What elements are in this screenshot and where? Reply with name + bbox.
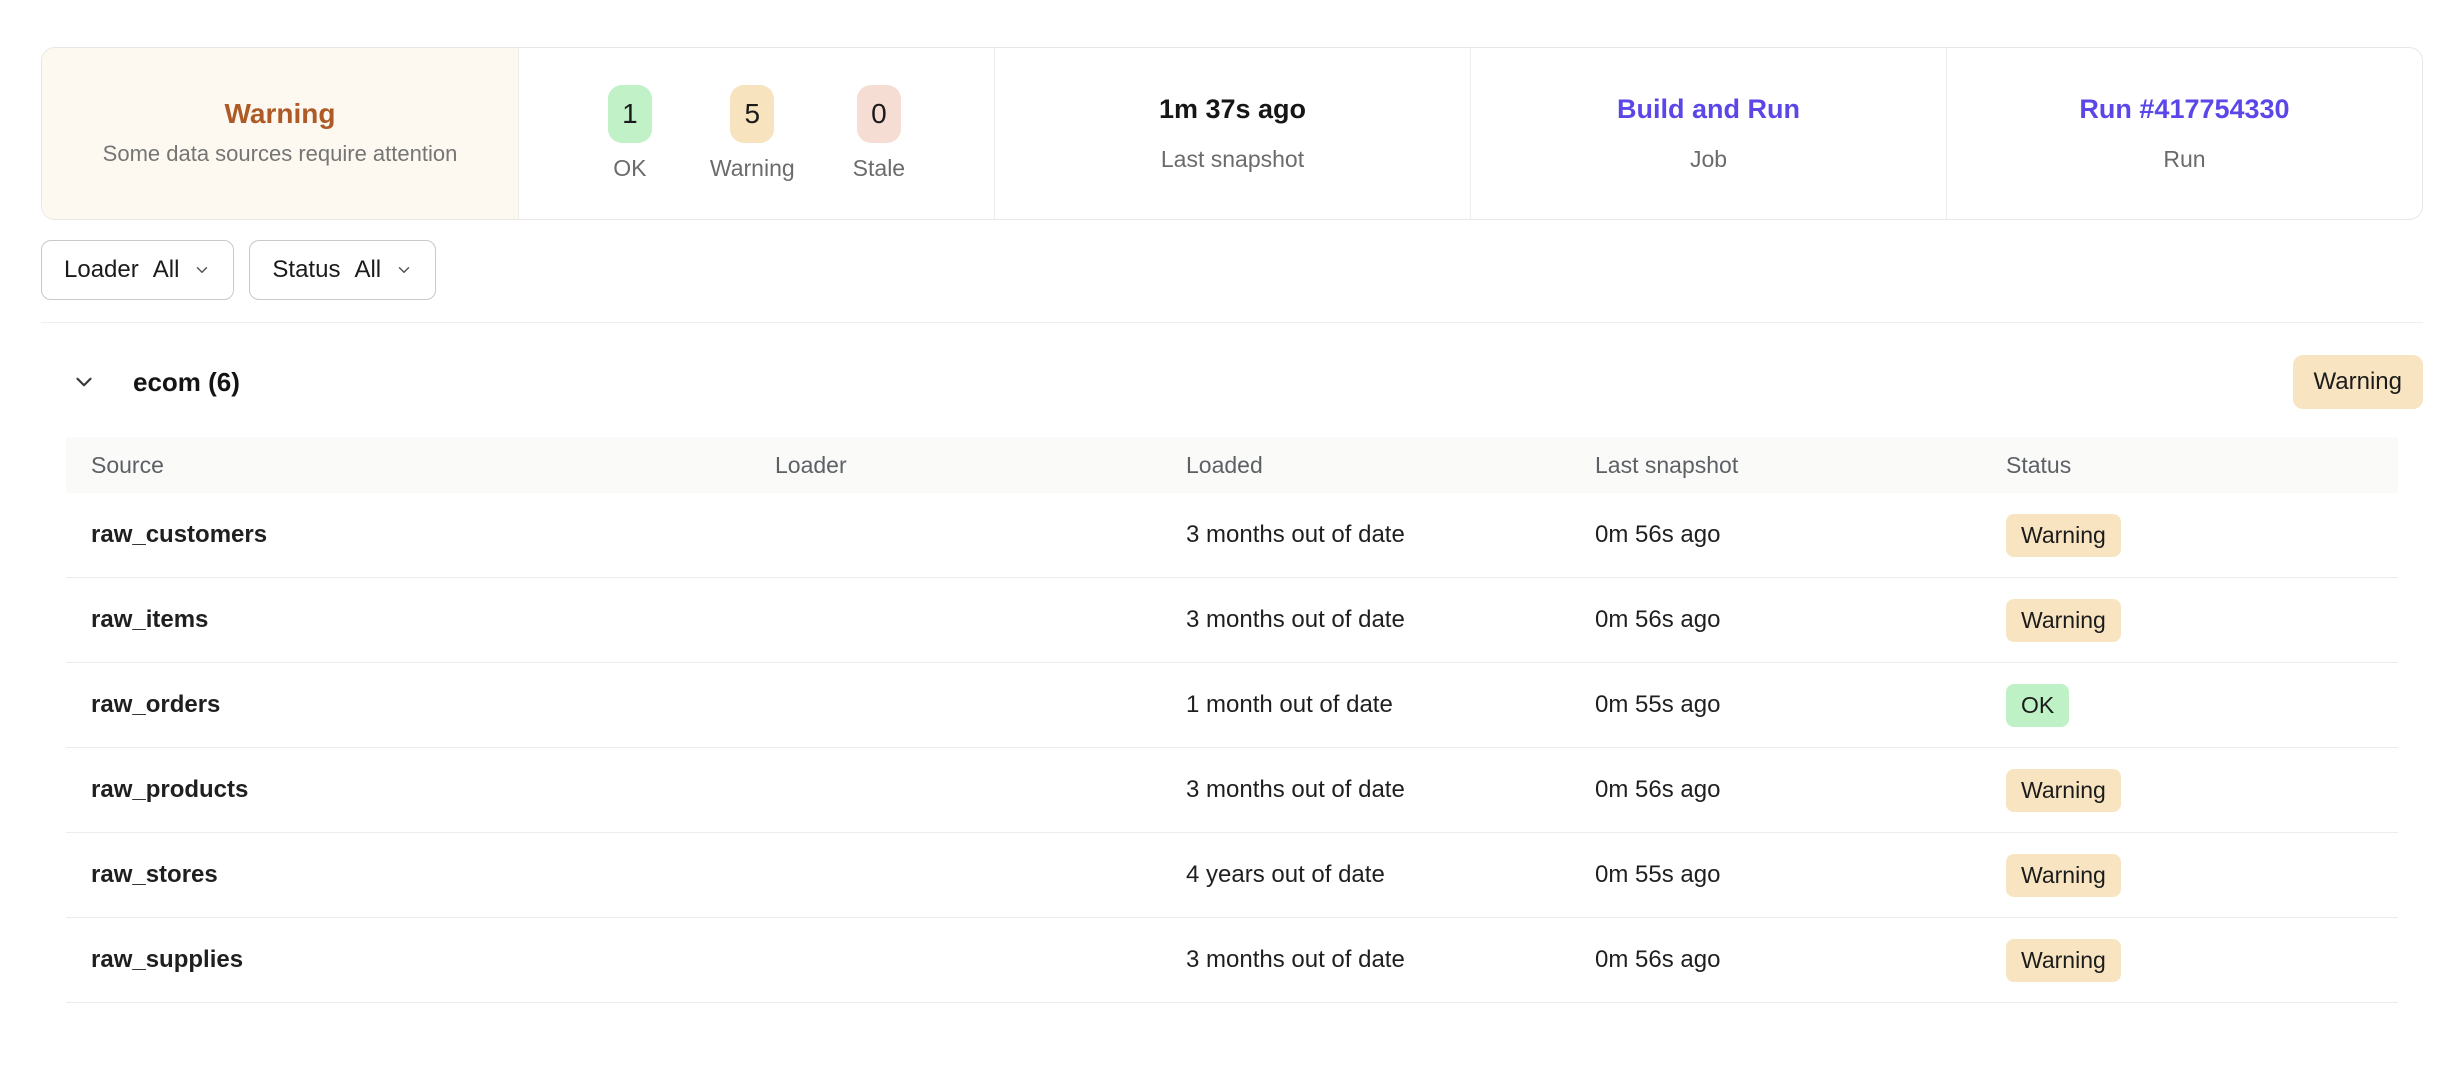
counter-value: 0 — [857, 85, 901, 143]
group-title: ecom (6) — [133, 367, 240, 398]
column-header: Status — [2006, 452, 2398, 479]
table-row[interactable]: raw_orders 1 month out of date 0m 55s ag… — [66, 663, 2398, 748]
status-cell: Warning — [2006, 514, 2398, 557]
last-snapshot-cell: 0m 56s ago — [1595, 776, 2006, 804]
stat-link[interactable]: Build and Run — [1617, 94, 1800, 125]
status-counter: 5 Warning — [710, 85, 795, 182]
status-badge: Warning — [2006, 769, 2121, 812]
table-body: raw_customers 3 months out of date 0m 56… — [66, 493, 2398, 1003]
status-badge: Warning — [2006, 514, 2121, 557]
source-name: raw_products — [91, 776, 775, 804]
group-header: ecom (6) Warning — [41, 323, 2423, 409]
filter-value: All — [354, 256, 381, 284]
filter-bar: Loader All Status All — [41, 240, 2423, 300]
loaded-cell: 3 months out of date — [1186, 521, 1595, 549]
counter-value: 1 — [608, 85, 652, 143]
source-name: raw_stores — [91, 861, 775, 889]
status-cell: OK — [2006, 684, 2398, 727]
loaded-cell: 3 months out of date — [1186, 946, 1595, 974]
source-name: raw_customers — [91, 521, 775, 549]
stat-link[interactable]: Run #417754330 — [2079, 94, 2289, 125]
group-status-badge: Warning — [2293, 355, 2423, 409]
table-row[interactable]: raw_stores 4 years out of date 0m 55s ag… — [66, 833, 2398, 918]
stat-value: 1m 37s ago — [1159, 94, 1306, 125]
last-snapshot-cell: 0m 56s ago — [1595, 946, 2006, 974]
status-cell: Warning — [2006, 939, 2398, 982]
counter-label: Stale — [853, 155, 905, 182]
group-toggle[interactable]: ecom (6) — [41, 367, 240, 398]
column-header: Loader — [775, 452, 1186, 479]
source-name: raw_supplies — [91, 946, 775, 974]
last-snapshot-cell: 0m 55s ago — [1595, 861, 2006, 889]
last-snapshot-cell: 0m 56s ago — [1595, 606, 2006, 634]
loaded-cell: 3 months out of date — [1186, 606, 1595, 634]
counter-label: OK — [613, 155, 646, 182]
summary-stat-card: 1m 37s ago Last snapshot — [994, 48, 1470, 219]
counter-label: Warning — [710, 155, 795, 182]
status-badge: Warning — [2006, 854, 2121, 897]
table-row[interactable]: raw_products 3 months out of date 0m 56s… — [66, 748, 2398, 833]
status-badge: OK — [2006, 684, 2069, 727]
loaded-cell: 1 month out of date — [1186, 691, 1595, 719]
status-counter: 0 Stale — [853, 85, 905, 182]
summary-stat-card: Build and Run Job — [1470, 48, 1946, 219]
filter-dropdown-status[interactable]: Status All — [249, 240, 436, 300]
source-name: raw_items — [91, 606, 775, 634]
table-row[interactable]: raw_items 3 months out of date 0m 56s ag… — [66, 578, 2398, 663]
table-row[interactable]: raw_supplies 3 months out of date 0m 56s… — [66, 918, 2398, 1003]
loaded-cell: 3 months out of date — [1186, 776, 1595, 804]
stat-label: Job — [1690, 146, 1727, 173]
summary-strip: Warning Some data sources require attent… — [41, 47, 2423, 220]
chevron-down-icon — [71, 369, 97, 395]
status-badge: Warning — [2006, 939, 2121, 982]
sources-table: SourceLoaderLoadedLast snapshotStatus ra… — [66, 437, 2398, 1003]
filter-value: All — [153, 256, 180, 284]
filter-dropdown-loader[interactable]: Loader All — [41, 240, 234, 300]
chevron-down-icon — [193, 261, 211, 279]
status-badge: Warning — [2006, 599, 2121, 642]
stat-label: Run — [2163, 146, 2205, 173]
overall-status-subtitle: Some data sources require attention — [103, 138, 458, 169]
table-header-row: SourceLoaderLoadedLast snapshotStatus — [66, 437, 2398, 493]
status-cell: Warning — [2006, 769, 2398, 812]
table-row[interactable]: raw_customers 3 months out of date 0m 56… — [66, 493, 2398, 578]
summary-stat-card: Run #417754330 Run — [1946, 48, 2422, 219]
source-name: raw_orders — [91, 691, 775, 719]
last-snapshot-cell: 0m 55s ago — [1595, 691, 2006, 719]
status-cell: Warning — [2006, 599, 2398, 642]
overall-status-card: Warning Some data sources require attent… — [42, 48, 518, 219]
last-snapshot-cell: 0m 56s ago — [1595, 521, 2006, 549]
column-header: Source — [91, 452, 775, 479]
filter-name: Status — [272, 256, 340, 284]
status-counters-card: 1 OK 5 Warning 0 Stale — [518, 48, 994, 219]
status-counter: 1 OK — [608, 85, 652, 182]
counter-value: 5 — [730, 85, 774, 143]
filter-name: Loader — [64, 256, 139, 284]
column-header: Loaded — [1186, 452, 1595, 479]
loaded-cell: 4 years out of date — [1186, 861, 1595, 889]
chevron-down-icon — [395, 261, 413, 279]
column-header: Last snapshot — [1595, 452, 2006, 479]
status-cell: Warning — [2006, 854, 2398, 897]
stat-label: Last snapshot — [1161, 146, 1304, 173]
overall-status-title: Warning — [225, 98, 336, 130]
